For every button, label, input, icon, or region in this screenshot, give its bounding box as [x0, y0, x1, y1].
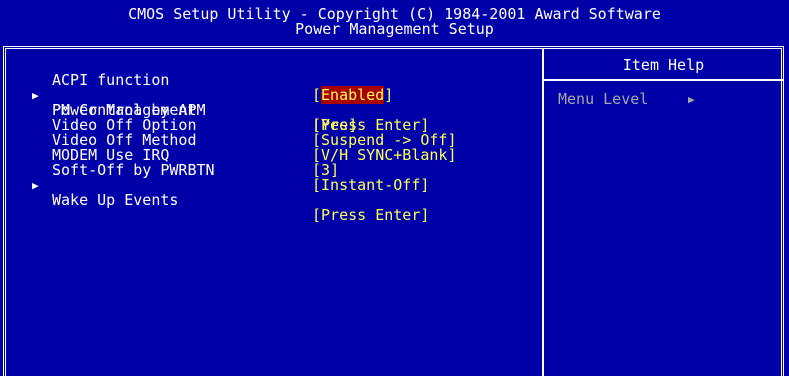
- subtitle-line: Power Management Setup: [295, 20, 494, 38]
- submenu-arrow-icon: ▶: [32, 179, 39, 192]
- setting-label: Soft-Off by PWRBTN: [52, 161, 215, 179]
- setting-value[interactable]: [Instant-Off]: [312, 178, 429, 193]
- setting-label: Wake Up Events: [52, 191, 179, 209]
- setting-row-video-off-method[interactable]: Video Off Method [V/H SYNC+Blank]: [0, 118, 457, 163]
- setting-row-modem-irq[interactable]: MODEM Use IRQ [3]: [0, 133, 339, 178]
- setting-row-pm-control[interactable]: PM Control by APM [Yes]: [0, 88, 357, 133]
- item-help-title: Item Help: [622, 56, 705, 74]
- setting-row-power-management[interactable]: ▶ Power Management [Press Enter]: [0, 73, 429, 133]
- setting-label: ACPI function: [52, 71, 170, 89]
- menu-level: Menu Level ▶: [558, 90, 695, 108]
- header: CMOS Setup Utility - Copyright (C) 1984-…: [0, 0, 789, 44]
- setting-row-soft-off[interactable]: Soft-Off by PWRBTN [Instant-Off]: [0, 148, 429, 193]
- setting-value[interactable]: [Enabled]: [312, 86, 393, 104]
- main-panel: ACPI function [Enabled] ▶ Power Manageme…: [0, 44, 789, 376]
- selected-value[interactable]: Enabled: [321, 86, 385, 104]
- panel-divider: [542, 48, 544, 376]
- setting-row-acpi-function[interactable]: ACPI function [Enabled]: [0, 58, 393, 104]
- right-triangle-icon: ▶: [688, 93, 695, 106]
- setting-row-wake-up-events[interactable]: ▶ Wake Up Events [Press Enter]: [0, 163, 429, 223]
- setting-value[interactable]: [Press Enter]: [312, 208, 429, 223]
- setting-row-video-off-option[interactable]: Video Off Option [Suspend -> Off]: [0, 103, 457, 148]
- menu-level-label: Menu Level: [558, 90, 649, 108]
- help-divider: [544, 79, 783, 81]
